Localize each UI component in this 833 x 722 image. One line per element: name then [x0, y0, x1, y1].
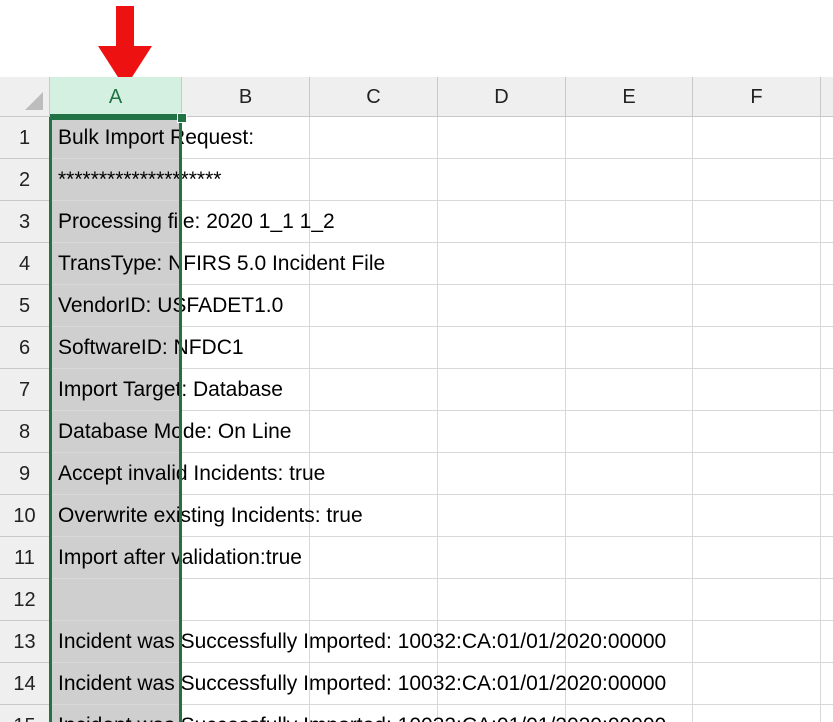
- column-header-f[interactable]: F: [693, 77, 821, 117]
- row-header-11[interactable]: 11: [0, 537, 50, 579]
- row-header-14[interactable]: 14: [0, 663, 50, 705]
- column-selection-border: [49, 117, 182, 722]
- row-header-1[interactable]: 1: [0, 117, 50, 159]
- column-header-e[interactable]: E: [566, 77, 693, 117]
- column-header-c[interactable]: C: [310, 77, 438, 117]
- spreadsheet-grid: A B C D E F 1 Bulk Import Request: 2 ******…: [0, 77, 833, 722]
- column-header-d[interactable]: D: [438, 77, 566, 117]
- gridline: [820, 117, 821, 722]
- row-header-15[interactable]: 15: [0, 705, 50, 722]
- row-header-9[interactable]: 9: [0, 453, 50, 495]
- row-header-2[interactable]: 2: [0, 159, 50, 201]
- row-header-4[interactable]: 4: [0, 243, 50, 285]
- row-header-5[interactable]: 5: [0, 285, 50, 327]
- row-header-6[interactable]: 6: [0, 327, 50, 369]
- column-header-a[interactable]: A: [50, 77, 182, 117]
- select-all-triangle-icon: [25, 92, 43, 110]
- row-header-12[interactable]: 12: [0, 579, 50, 621]
- row-header-13[interactable]: 13: [0, 621, 50, 663]
- red-down-arrow-icon: [98, 6, 152, 88]
- select-all-button[interactable]: [0, 77, 50, 117]
- column-header-g[interactable]: [821, 77, 833, 117]
- gridline: [692, 117, 693, 722]
- row-header-8[interactable]: 8: [0, 411, 50, 453]
- row-header-3[interactable]: 3: [0, 201, 50, 243]
- row-header-7[interactable]: 7: [0, 369, 50, 411]
- fill-handle[interactable]: [177, 113, 187, 123]
- row-header-10[interactable]: 10: [0, 495, 50, 537]
- column-header-b[interactable]: B: [182, 77, 310, 117]
